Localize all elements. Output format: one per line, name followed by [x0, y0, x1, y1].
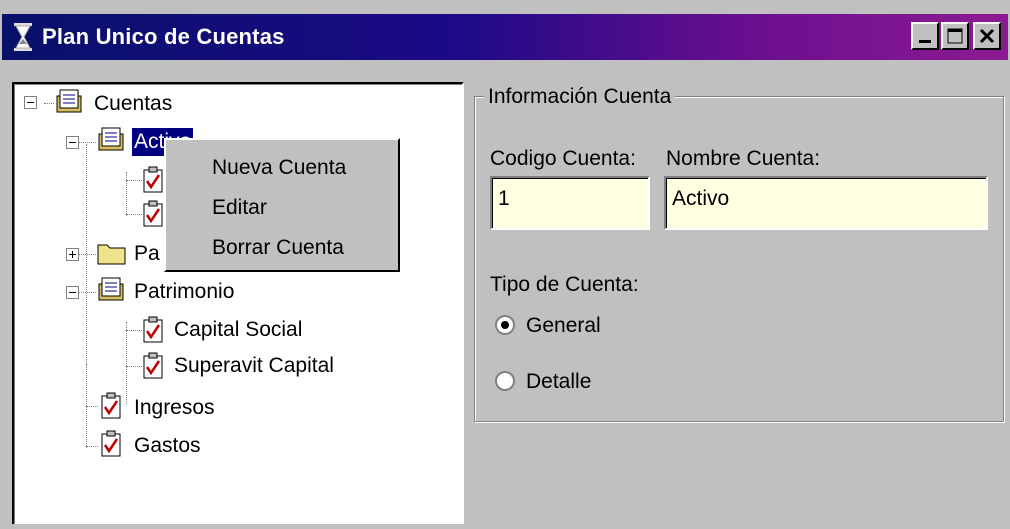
collapse-toggle[interactable] [24, 96, 37, 109]
checklist-icon [143, 352, 163, 379]
menu-item-editar[interactable]: Editar [212, 194, 267, 222]
checklist-icon [143, 200, 163, 227]
close-icon [979, 28, 995, 44]
folder-icon [97, 244, 126, 265]
maximize-button[interactable] [941, 22, 969, 50]
codigo-label: Codigo Cuenta: [490, 147, 636, 170]
title-bar[interactable]: Plan Unico de Cuentas [2, 14, 1008, 60]
open-book-icon [56, 89, 82, 113]
minus-icon [69, 292, 76, 293]
checklist-icon [101, 392, 121, 419]
tree-line [126, 214, 142, 215]
radio-detalle-label[interactable]: Detalle [526, 369, 591, 395]
tree-item-pasivo[interactable]: Pa [134, 240, 160, 268]
tree-item-gastos[interactable]: Gastos [134, 432, 201, 460]
radio-general-label[interactable]: General [526, 313, 601, 339]
nombre-value: Activo [672, 187, 730, 210]
minus-icon [27, 102, 34, 103]
menu-item-nueva-cuenta[interactable]: Nueva Cuenta [212, 154, 346, 182]
tree-line [126, 366, 142, 367]
tree-item-superavit-capital[interactable]: Superavit Capital [174, 352, 334, 380]
tree-item-capital-social[interactable]: Capital Social [174, 316, 302, 344]
nombre-label: Nombre Cuenta: [666, 147, 821, 170]
tree-line [126, 330, 142, 331]
collapse-toggle[interactable] [66, 286, 79, 299]
nombre-field[interactable]: Activo [664, 176, 988, 230]
minus-icon [69, 142, 76, 143]
maximize-icon [947, 28, 963, 44]
open-book-icon [98, 277, 124, 301]
codigo-value: 1 [498, 187, 510, 210]
radio-detalle[interactable] [494, 370, 516, 392]
expand-toggle[interactable] [66, 248, 79, 261]
field-border [492, 178, 648, 228]
group-title: Información Cuenta [484, 84, 676, 110]
tree-item-cuentas[interactable]: Cuentas [94, 90, 172, 118]
tree-line [86, 446, 98, 447]
tree-line [86, 406, 98, 407]
minimize-icon [919, 40, 931, 43]
tipo-label: Tipo de Cuenta: [490, 273, 639, 296]
codigo-field[interactable]: 1 [490, 176, 650, 230]
plus-icon [69, 251, 76, 258]
minimize-button[interactable] [911, 22, 939, 50]
window-title: Plan Unico de Cuentas [42, 24, 285, 49]
tree-line [44, 103, 54, 104]
tree-item-patrimonio[interactable]: Patrimonio [134, 278, 234, 306]
tree-item-ingresos[interactable]: Ingresos [134, 394, 215, 422]
menu-item-borrar-cuenta[interactable]: Borrar Cuenta [212, 234, 344, 262]
checklist-icon [143, 166, 163, 193]
tree-line [126, 172, 127, 216]
checklist-icon [143, 316, 163, 343]
collapse-toggle[interactable] [66, 136, 79, 149]
open-book-icon [98, 127, 124, 151]
hourglass-icon [14, 23, 32, 51]
radio-general[interactable] [494, 314, 516, 336]
context-menu: Nueva Cuenta Editar Borrar Cuenta [164, 138, 400, 272]
tree-line [126, 322, 127, 404]
close-button[interactable] [973, 22, 1001, 50]
app-window: Plan Unico de Cuentas Cuentas Activo Pa … [0, 0, 1010, 529]
checklist-icon [101, 430, 121, 457]
tree-line [126, 180, 142, 181]
